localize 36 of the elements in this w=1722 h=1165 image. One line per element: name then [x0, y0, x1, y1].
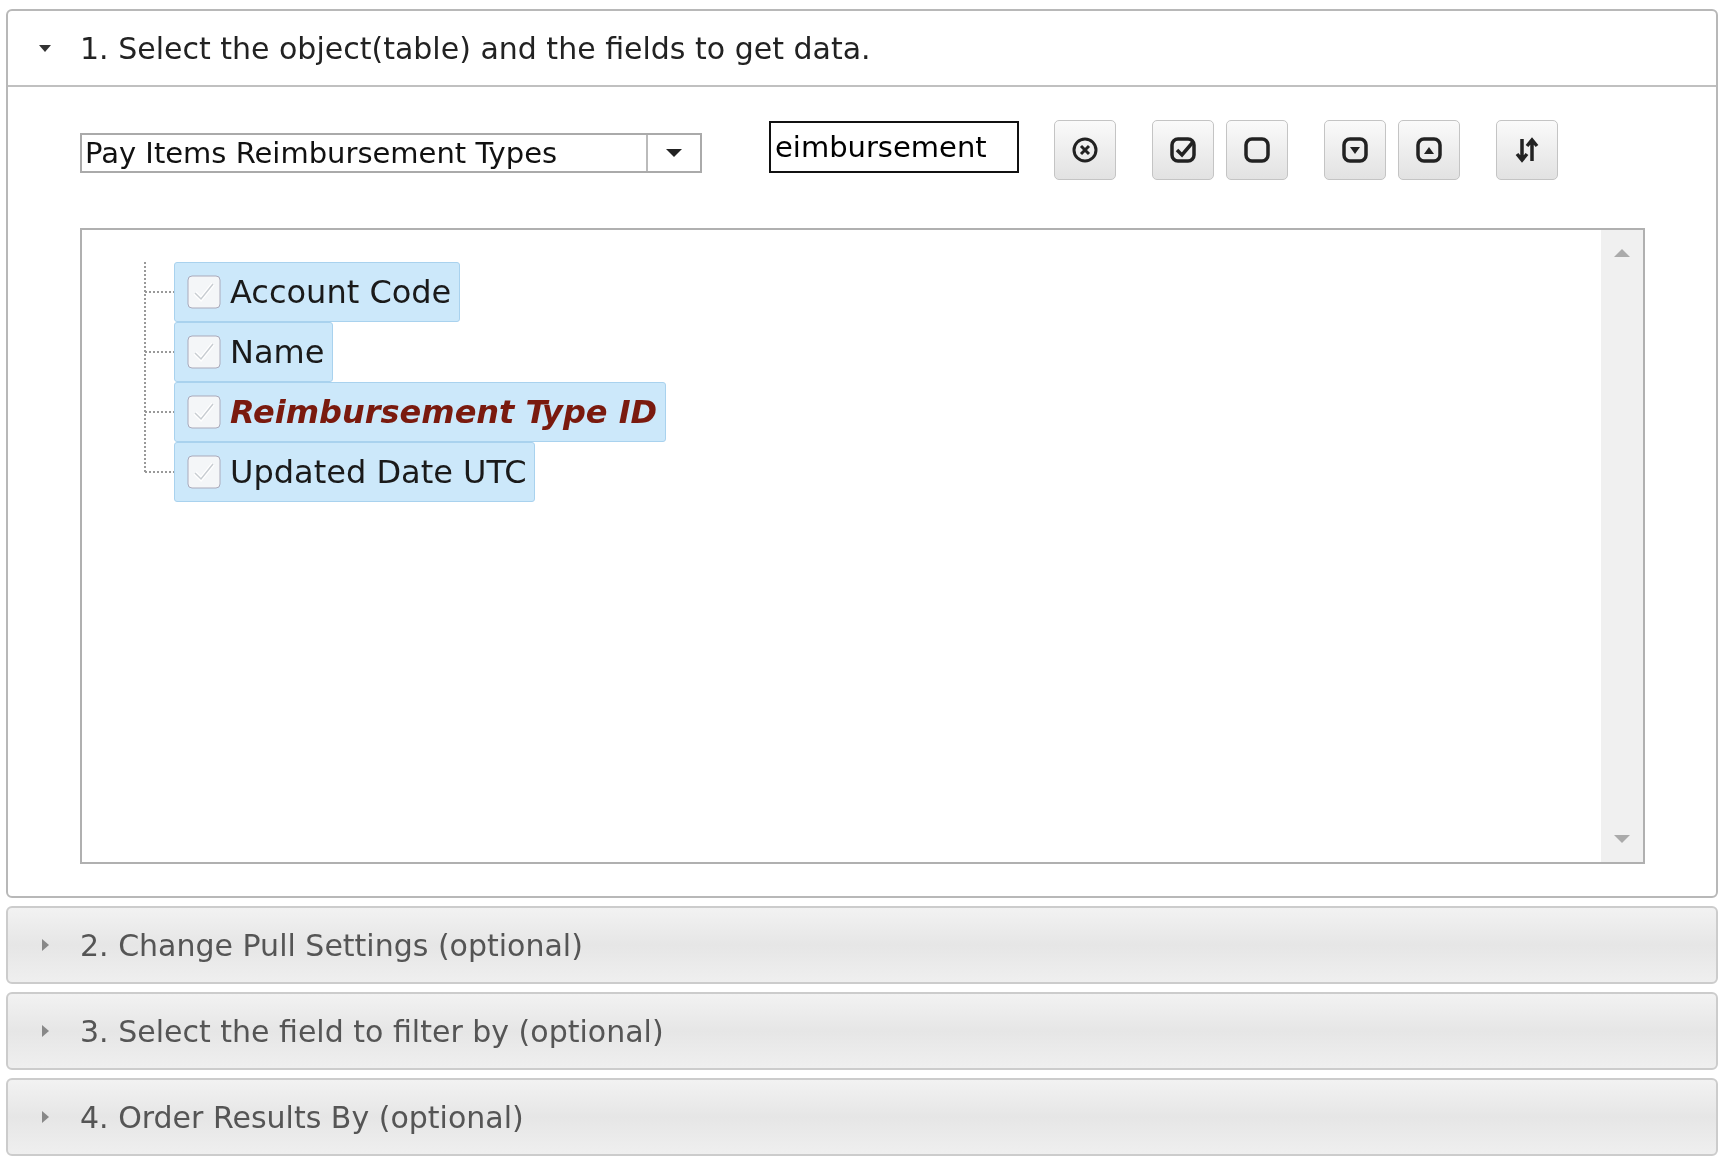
section-title: 1. Select the object(table) and the fields to get data.	[80, 30, 871, 66]
clear-button[interactable]	[1054, 120, 1116, 180]
down-triangle-box-icon	[1341, 136, 1369, 164]
scroll-up-icon	[1614, 248, 1630, 258]
tree-node[interactable]: Reimbursement Type ID	[174, 382, 667, 442]
checked-checkbox-icon	[187, 275, 221, 309]
accordion-header[interactable]: 4. Order Results By (optional)	[8, 1080, 1716, 1154]
tree-node[interactable]: Updated Date UTC	[174, 442, 536, 502]
check-all-button[interactable]	[1152, 120, 1214, 180]
tree-node[interactable]: Name	[174, 322, 334, 382]
tree-connector-line	[144, 262, 174, 322]
section-title: 2. Change Pull Settings (optional)	[80, 927, 583, 963]
section-title: 3. Select the field to filter by (optional)	[80, 1013, 664, 1049]
tree-node[interactable]: Account Code	[174, 262, 461, 322]
accordion-header[interactable]: 2. Change Pull Settings (optional)	[8, 908, 1716, 982]
scrollbar[interactable]	[1601, 230, 1643, 862]
sort-arrows-icon	[1513, 136, 1541, 164]
accordion-header[interactable]: 3. Select the field to filter by (optional)	[8, 994, 1716, 1068]
section-title: 4. Order Results By (optional)	[80, 1099, 524, 1135]
empty-box-icon	[1243, 136, 1271, 164]
checked-checkbox-icon	[187, 335, 221, 369]
uncheck-all-button[interactable]	[1226, 120, 1288, 180]
caret-icon	[666, 148, 682, 158]
up-triangle-box-icon	[1415, 136, 1443, 164]
collapse-all-button[interactable]	[1398, 120, 1460, 180]
expand-all-button[interactable]	[1324, 120, 1386, 180]
checked-box-icon	[1169, 136, 1197, 164]
sort-button[interactable]	[1496, 120, 1558, 180]
search-field[interactable]: eimbursement	[769, 121, 1019, 173]
checked-checkbox-icon	[187, 395, 221, 429]
checked-checkbox-icon	[187, 455, 221, 489]
tree-connector-line	[144, 322, 174, 382]
close-icon	[1071, 136, 1099, 164]
scroll-down-icon	[1614, 834, 1630, 844]
object-dropdown[interactable]: Pay Items Reimbursement Types	[80, 133, 702, 173]
accordion-header[interactable]: 1. Select the object(table) and the fields to get data.	[8, 11, 1716, 87]
